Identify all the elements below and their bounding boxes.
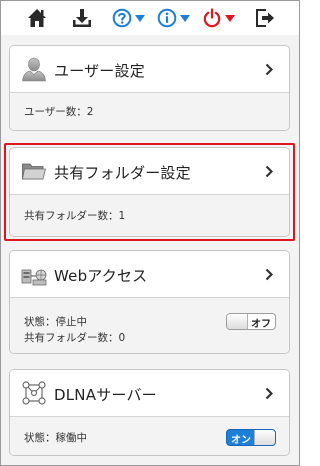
user-settings-body: ユーザー数：2 — [10, 93, 289, 130]
help-button[interactable] — [112, 7, 145, 29]
power-icon — [203, 8, 221, 28]
download-icon — [73, 9, 91, 27]
chevron-right-icon — [265, 268, 273, 281]
toggle-knob — [254, 430, 275, 445]
home-icon — [28, 9, 46, 27]
folder-icon — [22, 163, 47, 180]
dlna-status-text: 状態：稼働中 — [24, 432, 87, 444]
user-settings-title: ユーザー設定 — [54, 62, 145, 80]
web-access-title: Webアクセス — [54, 267, 148, 285]
shared-folder-body: 共有フォルダー数：1 — [10, 195, 289, 236]
power-button[interactable] — [202, 7, 235, 29]
user-settings-header[interactable]: ユーザー設定 — [10, 46, 289, 93]
home-button[interactable] — [27, 7, 47, 29]
web-access-status-text: 状態：停止中 — [24, 316, 87, 328]
user-count-text: ユーザー数：2 — [24, 106, 94, 118]
dlna-body: 状態：稼働中 オン — [10, 417, 289, 455]
web-access-header[interactable]: Webアクセス — [10, 251, 289, 298]
chevron-right-icon — [265, 387, 273, 400]
help-caret-icon — [135, 14, 145, 22]
web-access-body: 状態：停止中 共有フォルダー数：0 オフ — [10, 298, 289, 353]
web-access-icon — [21, 269, 47, 286]
dlna-card: DLNAサーバー 状態：稼働中 オン — [9, 369, 290, 456]
power-caret-icon — [225, 14, 235, 22]
shared-folder-title: 共有フォルダー設定 — [54, 164, 191, 182]
web-access-folder-count-text: 共有フォルダー数：0 — [24, 332, 126, 344]
web-access-toggle[interactable]: オフ — [226, 313, 276, 330]
logout-button[interactable] — [255, 7, 275, 29]
logout-icon — [256, 9, 274, 27]
dlna-header[interactable]: DLNAサーバー — [10, 370, 289, 417]
user-settings-card: ユーザー設定 ユーザー数：2 — [9, 45, 290, 131]
download-button[interactable] — [72, 7, 92, 29]
web-access-card: Webアクセス 状態：停止中 共有フォルダー数：0 オフ — [9, 250, 290, 354]
toggle-knob — [227, 314, 248, 329]
shared-folder-header[interactable]: 共有フォルダー設定 — [10, 148, 289, 195]
shared-folder-count-text: 共有フォルダー数：1 — [24, 210, 126, 222]
toggle-label: オフ — [251, 319, 271, 330]
dlna-title: DLNAサーバー — [54, 386, 157, 404]
dlna-icon — [22, 381, 46, 405]
toolbar — [1, 1, 299, 35]
help-icon — [112, 8, 132, 28]
info-button[interactable] — [157, 7, 190, 29]
shared-folder-card: 共有フォルダー設定 共有フォルダー数：1 — [9, 147, 290, 237]
user-icon — [22, 57, 46, 82]
dlna-toggle[interactable]: オン — [226, 429, 276, 446]
info-caret-icon — [180, 14, 190, 22]
toggle-label: オン — [231, 435, 251, 446]
chevron-right-icon — [265, 63, 273, 76]
info-icon — [157, 8, 177, 28]
chevron-right-icon — [265, 165, 273, 178]
